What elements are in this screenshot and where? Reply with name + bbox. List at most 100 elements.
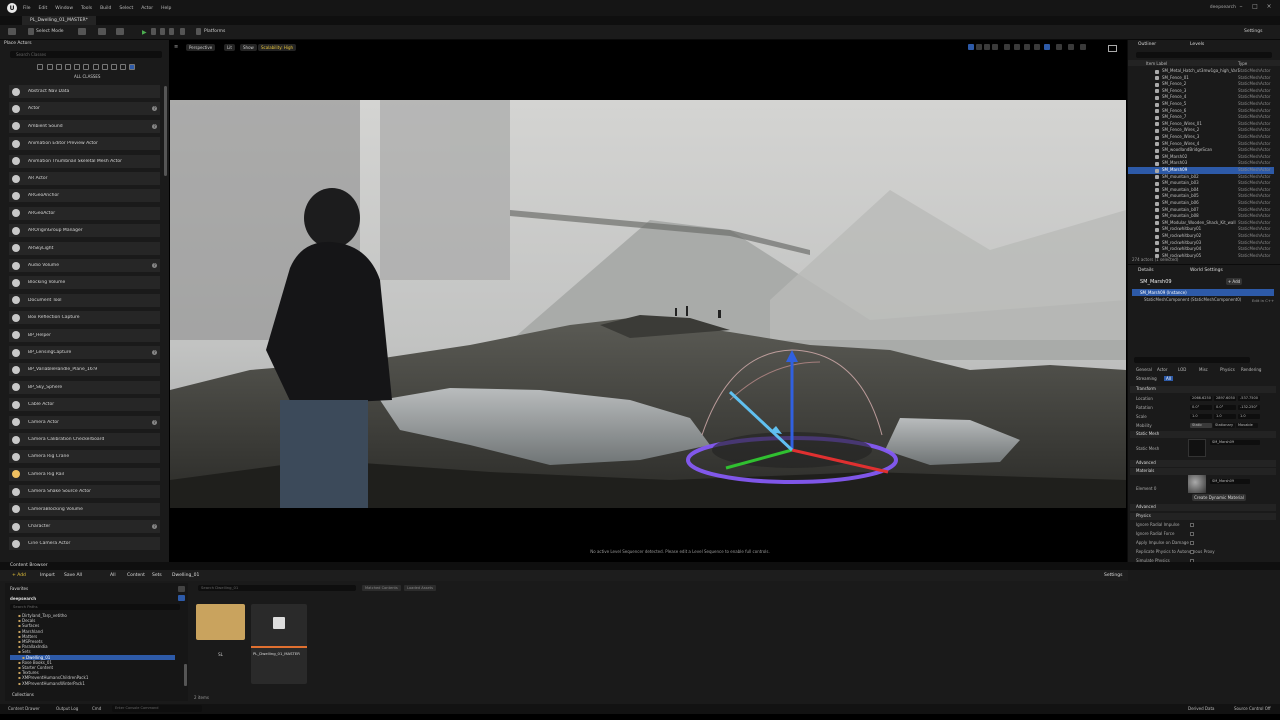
viewport-scene-render[interactable] <box>170 100 1126 508</box>
rotate-tool-icon[interactable] <box>984 44 990 50</box>
static-mesh-thumbnail[interactable] <box>1188 439 1206 457</box>
instance-row[interactable]: SM_Marsh09 (Instance) <box>1132 289 1274 296</box>
outliner-col-label[interactable]: Item Label <box>1146 61 1167 66</box>
actor-class-item[interactable]: AR Actor <box>9 172 160 186</box>
camera-speed-icon[interactable] <box>1056 44 1062 50</box>
breadcrumb-content[interactable]: Content <box>127 573 145 578</box>
help-icon[interactable]: ? <box>152 263 157 268</box>
details-checkbox[interactable] <box>1190 541 1194 545</box>
outliner-row[interactable]: SM_Marsh09 StaticMeshActor <box>1128 167 1274 174</box>
project-root-folder[interactable]: deepsearch <box>10 596 36 601</box>
cb-filter-icon[interactable] <box>178 595 185 601</box>
actor-class-item[interactable]: Camera Calibration Checkerboard <box>9 433 160 447</box>
outliner-row[interactable]: SM_mountain_b02 StaticMeshActor <box>1128 174 1274 181</box>
loaded-assets-filter[interactable]: Loaded Assets <box>404 585 436 591</box>
breadcrumb-dwelling[interactable]: Dwelling_01 <box>172 573 199 578</box>
edit-in-cpp-link[interactable]: Edit in C++ <box>1252 298 1274 303</box>
details-section[interactable]: Materials <box>1130 468 1276 475</box>
collections-section[interactable]: Collections <box>12 692 34 697</box>
cb-import-button[interactable]: Import <box>40 573 55 578</box>
outliner-row[interactable]: SM_Fence_5 StaticMeshActor <box>1128 101 1274 108</box>
viewport-menu-icon[interactable]: ≡ <box>174 44 178 50</box>
show-button[interactable]: Show <box>240 44 257 51</box>
details-filter-all[interactable]: All <box>1164 376 1173 381</box>
details-filter-actor[interactable]: Actor <box>1157 367 1168 372</box>
menu-help[interactable]: Help <box>161 6 171 11</box>
actor-class-item[interactable]: ARGeoActor <box>9 206 160 221</box>
viewport-layout-icon[interactable] <box>1068 44 1074 50</box>
cmd-dropdown[interactable]: Cmd <box>92 706 101 711</box>
select-mode-button[interactable]: Select Mode <box>36 29 64 34</box>
place-actors-tab[interactable]: Place Actors <box>4 41 32 46</box>
outliner-row[interactable]: SM_Fence_01 StaticMeshActor <box>1128 75 1274 82</box>
outliner-row[interactable]: SM_mountain_b04 StaticMeshActor <box>1128 187 1274 194</box>
actor-class-item[interactable]: Character? <box>9 520 160 534</box>
category-all-classes-icon[interactable] <box>111 64 117 70</box>
category-volumes-icon[interactable] <box>102 64 108 70</box>
details-section[interactable]: Static Mesh <box>1130 431 1276 438</box>
derived-data-button[interactable]: Derived Data <box>1188 706 1215 711</box>
actor-class-item[interactable]: Camera Actor? <box>9 415 160 430</box>
cb-save-all-button[interactable]: Save All <box>64 573 82 578</box>
levels-tab[interactable]: Levels <box>1190 42 1204 47</box>
asset-search-input[interactable]: Search Dwelling_01 <box>198 585 356 591</box>
world-space-icon[interactable] <box>1004 44 1010 50</box>
stop-icon[interactable] <box>160 28 165 35</box>
maximize-icon[interactable]: □ <box>1252 4 1258 10</box>
details-value-field[interactable]: 2066.6250 <box>1190 396 1212 401</box>
create-dynamic-material-button[interactable]: Create Dynamic Material <box>1192 494 1246 501</box>
help-icon[interactable]: ? <box>152 350 157 355</box>
mobility-option[interactable]: Static <box>1190 423 1212 428</box>
outliner-row[interactable]: SM_mountain_b08 StaticMeshActor <box>1128 213 1274 220</box>
actor-class-item[interactable]: Camera Rig Crane <box>9 450 160 465</box>
outliner-tab[interactable]: Outliner <box>1138 42 1156 47</box>
cb-settings-button[interactable]: Settings <box>1104 573 1122 578</box>
outliner-row[interactable]: SM_Fence_2 StaticMeshActor <box>1128 81 1274 88</box>
scale-snap-icon[interactable] <box>1044 44 1050 50</box>
actor-class-item[interactable]: Actor? <box>9 102 160 117</box>
actor-class-item[interactable]: Blocking Volume <box>9 276 160 291</box>
outliner-row[interactable]: SM_woodlandBridgeScan StaticMeshActor <box>1128 147 1274 154</box>
add-component-button[interactable]: + Add <box>1226 278 1242 285</box>
content-shortcut-icon[interactable] <box>78 28 86 35</box>
map-asset-tile[interactable] <box>251 604 307 684</box>
category-basic-icon[interactable] <box>47 64 53 70</box>
outliner-row[interactable]: SM_mountain_b07 StaticMeshActor <box>1128 207 1274 214</box>
details-section[interactable]: Advanced <box>1130 504 1276 511</box>
outliner-row[interactable]: SM_rockwhitbury03 StaticMeshActor <box>1128 240 1274 247</box>
details-section[interactable]: Physics <box>1130 513 1276 520</box>
material-thumbnail[interactable] <box>1188 475 1206 493</box>
more-options-icon[interactable] <box>180 28 185 35</box>
actor-class-item[interactable]: Camera Rig Rail <box>9 467 160 482</box>
content-drawer-button[interactable]: Content Drawer <box>8 706 40 711</box>
details-filter-rendering[interactable]: Rendering <box>1241 367 1261 372</box>
scalability-button[interactable]: Scalability: High <box>258 44 297 51</box>
settings-button[interactable]: Settings <box>1244 29 1262 34</box>
category-extra-icon[interactable] <box>120 64 126 70</box>
maximize-viewport-icon[interactable] <box>1080 44 1086 50</box>
actor-class-item[interactable]: BP_Sky_Sphere <box>9 380 160 395</box>
cb-add-button[interactable]: + Add <box>12 573 26 578</box>
help-icon[interactable]: ? <box>152 123 157 129</box>
actor-class-item[interactable]: Camera Shake Source Actor <box>9 485 160 500</box>
details-section[interactable]: Advanced <box>1130 460 1276 467</box>
category-cinematic-icon[interactable] <box>74 64 80 70</box>
select-tool-icon[interactable] <box>968 44 974 50</box>
outliner-search-input[interactable] <box>1136 52 1272 58</box>
world-settings-tab[interactable]: World Settings <box>1190 268 1223 273</box>
cb-search-toggle-icon[interactable] <box>178 586 185 592</box>
outliner-row[interactable]: SM_Metal_Hatch_ut3mw1ga_high_Var1 StaticM… <box>1128 68 1274 75</box>
actor-class-item[interactable]: Box Reflection Capture <box>9 311 160 326</box>
outliner-row[interactable]: SM_Marsh02 StaticMeshActor <box>1128 154 1274 161</box>
details-tab[interactable]: Details <box>1138 268 1154 273</box>
actor-class-item[interactable]: Ambient Sound? <box>9 119 160 134</box>
outliner-row[interactable]: SM_Fence_3 StaticMeshActor <box>1128 88 1274 95</box>
details-value-field[interactable]: 0.0° <box>1190 405 1212 410</box>
details-value-field[interactable]: 1.0 <box>1190 414 1212 419</box>
help-icon[interactable]: ? <box>152 419 157 425</box>
details-filter-lod[interactable]: LOD <box>1178 367 1186 372</box>
source-control-button[interactable]: Source Control Off <box>1234 706 1271 711</box>
actor-class-item[interactable]: BP_VariableHandle_Plane_16:9 <box>9 363 160 378</box>
details-filter-physics[interactable]: Physics <box>1220 367 1235 372</box>
category-recent-icon[interactable] <box>37 64 43 70</box>
